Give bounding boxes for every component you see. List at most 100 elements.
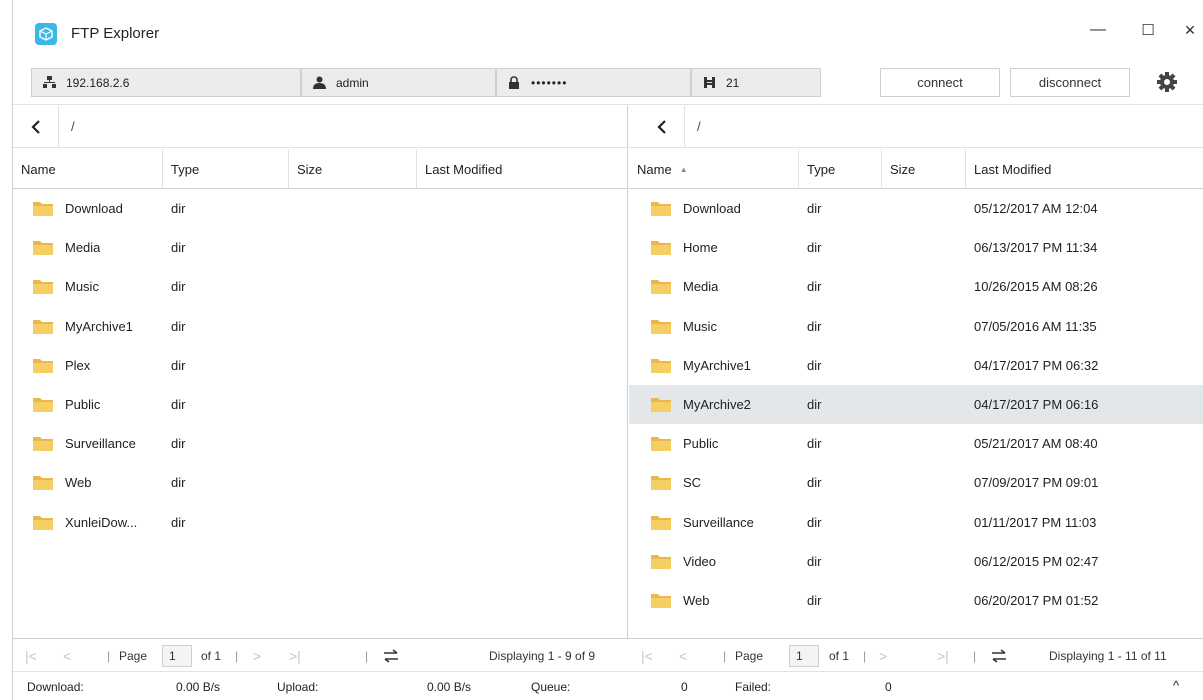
name-cell: Music (13, 279, 163, 295)
table-row[interactable]: Plex dir (13, 346, 627, 385)
pager-remote: |< < | Page 1 of 1 | > >| | Displaying 1… (629, 638, 1203, 672)
name-cell: Plex (13, 358, 163, 373)
table-row[interactable]: MyArchive1 dir (13, 307, 627, 346)
file-name: Media (683, 279, 719, 295)
file-name: SC (683, 475, 702, 491)
next-page-icon[interactable]: > (879, 639, 887, 673)
column-header-modified[interactable]: Last Modified (966, 149, 1203, 189)
user-field[interactable]: admin (301, 68, 496, 97)
file-name: Music (65, 279, 99, 295)
file-name: Download (65, 201, 123, 217)
gear-icon[interactable] (1156, 71, 1178, 93)
minimize-button[interactable]: — (1086, 18, 1110, 42)
column-header-name[interactable]: Name (13, 149, 163, 189)
password-field[interactable]: ••••••• (496, 68, 691, 97)
maximize-button[interactable]: ☐ (1136, 18, 1160, 42)
table-row[interactable]: Video dir 06/12/2015 PM 02:47 (629, 542, 1203, 581)
sort-ascending-icon: ▲ (679, 164, 688, 174)
folder-icon (651, 515, 671, 530)
table-row[interactable]: Home dir 06/13/2017 PM 11:34 (629, 228, 1203, 267)
table-row[interactable]: Public dir (13, 385, 627, 424)
table-row[interactable]: SC dir 07/09/2017 PM 09:01 (629, 463, 1203, 502)
table-row[interactable]: Surveillance dir 01/11/2017 PM 11:03 (629, 503, 1203, 542)
file-list: Download dir Media dir Music dir MyArchive1 dir… (13, 189, 627, 542)
type-cell: dir (171, 475, 186, 491)
modified-cell: 05/12/2017 AM 12:04 (974, 201, 1098, 217)
folder-icon (33, 241, 53, 256)
swap-icon[interactable] (383, 639, 399, 673)
type-cell: dir (807, 436, 822, 452)
status-bar: Download: 0.00 B/s Upload: 0.00 B/s Queu… (13, 672, 1203, 700)
column-header-name[interactable]: Name ▲ (629, 149, 799, 189)
folder-icon (651, 437, 671, 452)
folder-icon (33, 476, 53, 491)
page-input[interactable]: 1 (789, 645, 819, 667)
name-cell: Web (13, 475, 163, 491)
table-row[interactable]: Download dir (13, 189, 627, 228)
file-list: Download dir 05/12/2017 AM 12:04 Home dir 06/… (629, 189, 1203, 620)
swap-icon[interactable] (991, 639, 1007, 673)
folder-icon (651, 319, 671, 334)
prev-page-icon[interactable]: < (63, 639, 71, 673)
table-row[interactable]: Public dir 05/21/2017 AM 08:40 (629, 424, 1203, 463)
close-button[interactable]: ✕ (1178, 18, 1202, 42)
column-headers: Name Type Size Last Modified (13, 149, 627, 189)
column-header-type[interactable]: Type (163, 149, 289, 189)
password-value: ••••••• (531, 75, 568, 90)
name-cell: Download (629, 201, 799, 217)
file-name: Video (683, 553, 717, 569)
port-field[interactable]: 21 (691, 68, 821, 97)
folder-icon (33, 202, 53, 217)
connect-button[interactable]: connect (880, 68, 1000, 97)
table-row[interactable]: Music dir (13, 267, 627, 306)
type-cell: dir (171, 436, 186, 452)
folder-icon (33, 358, 53, 373)
table-row[interactable]: Media dir (13, 228, 627, 267)
table-row[interactable]: Media dir 10/26/2015 AM 08:26 (629, 267, 1203, 306)
modified-cell: 10/26/2015 AM 08:26 (974, 279, 1098, 295)
table-row[interactable]: MyArchive1 dir 04/17/2017 PM 06:32 (629, 346, 1203, 385)
modified-cell: 05/21/2017 AM 08:40 (974, 436, 1098, 452)
table-row[interactable]: Music dir 07/05/2016 AM 11:35 (629, 307, 1203, 346)
modified-cell: 04/17/2017 PM 06:16 (974, 397, 1099, 413)
first-page-icon[interactable]: |< (641, 639, 653, 673)
host-field[interactable]: 192.168.2.6 (31, 68, 301, 97)
table-row[interactable]: MyArchive2 dir 04/17/2017 PM 06:16 (629, 384, 1203, 425)
lock-icon (507, 76, 521, 90)
table-row[interactable]: Web dir 06/20/2017 PM 01:52 (629, 581, 1203, 620)
type-cell: dir (807, 475, 822, 491)
prev-page-icon[interactable]: < (679, 639, 687, 673)
next-page-icon[interactable]: > (253, 639, 261, 673)
page-input[interactable]: 1 (162, 645, 192, 667)
last-page-icon[interactable]: >| (937, 639, 949, 673)
back-arrow-icon[interactable] (651, 116, 673, 138)
path-bar: / (13, 106, 627, 148)
app-title: FTP Explorer (71, 25, 160, 42)
file-name: MyArchive1 (65, 318, 133, 334)
back-arrow-icon[interactable] (25, 116, 47, 138)
name-cell: Video (629, 554, 799, 569)
modified-cell: 01/11/2017 PM 11:03 (974, 514, 1097, 530)
column-header-type[interactable]: Type (799, 149, 882, 189)
page-label: Page (119, 649, 148, 663)
first-page-icon[interactable]: |< (25, 639, 37, 673)
column-header-size[interactable]: Size (289, 149, 417, 189)
column-header-size[interactable]: Size (882, 149, 966, 189)
table-row[interactable]: Web dir (13, 463, 627, 502)
expand-status-button[interactable]: ^ (1173, 678, 1179, 693)
column-header-modified[interactable]: Last Modified (417, 149, 627, 189)
disconnect-button[interactable]: disconnect (1010, 68, 1130, 97)
type-cell: dir (807, 357, 822, 373)
last-page-icon[interactable]: >| (289, 639, 301, 673)
folder-icon (651, 476, 671, 491)
name-cell: Music (629, 319, 799, 334)
port-value: 21 (726, 75, 740, 90)
table-row[interactable]: XunleiDow... dir (13, 503, 627, 542)
type-cell: dir (171, 279, 186, 295)
table-row[interactable]: Download dir 05/12/2017 AM 12:04 (629, 189, 1203, 228)
failed-count: 0 (885, 680, 892, 694)
page-label: Page (735, 649, 764, 663)
table-row[interactable]: Surveillance dir (13, 424, 627, 463)
name-cell: MyArchive1 (629, 358, 799, 373)
file-name: Public (683, 436, 719, 452)
